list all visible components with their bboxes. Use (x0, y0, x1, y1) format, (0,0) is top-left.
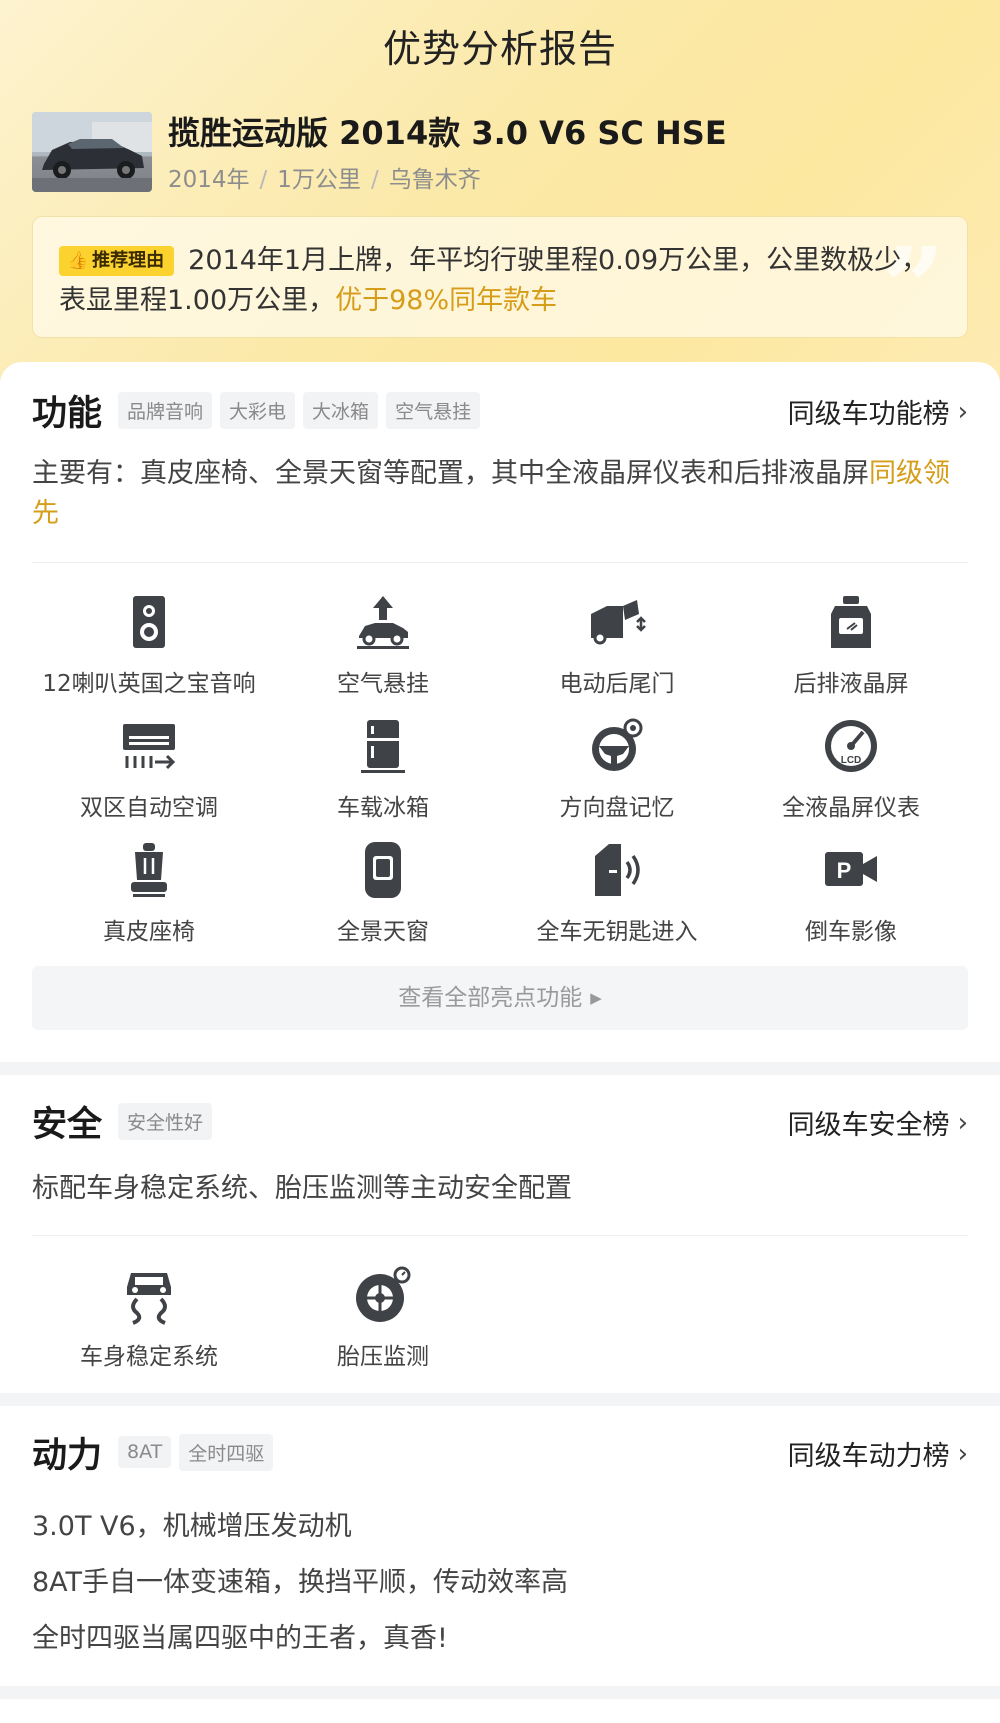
recommend-reason-text: 👍 推荐理由 2014年1月上牌，年平均行驶里程0.09万公里，公里数极少，表显里程… (59, 241, 939, 321)
car-meta: 2014年 / 1万公里 / 乌鲁木齐 (168, 160, 481, 194)
feature-item[interactable]: P 倒车影像 (734, 838, 968, 962)
next-section-edge (0, 1699, 1000, 1723)
view-all-features-button[interactable]: 查看全部亮点功能 ▶ (32, 966, 968, 1030)
feature-item[interactable]: 车身稳定系统 (32, 1263, 266, 1387)
stability-control-icon (127, 1273, 171, 1325)
power-ranking-link[interactable]: 同级车动力榜 › (788, 1434, 968, 1473)
feature-item[interactable]: 12喇叭英国之宝音响 (32, 590, 266, 714)
safety-header: 安全 安全性好 (32, 1097, 220, 1145)
safety-ranking-link[interactable]: 同级车安全榜 › (788, 1103, 968, 1142)
power-line: 3.0T V6，机械增压发动机 (32, 1511, 352, 1542)
safety-desc: 标配车身稳定系统、胎压监测等主动安全配置 (32, 1173, 572, 1204)
link-label: 同级车功能榜 (787, 399, 950, 430)
divider (32, 562, 968, 563)
leather-seat-icon (131, 843, 167, 897)
power-line: 全时四驱当属四驱中的王者，真香! (32, 1623, 448, 1654)
function-section: 功能 品牌音响 大彩电 大冰箱 空气悬挂 同级车功能榜 › 主要有：真皮座椅、全景… (0, 362, 1000, 1062)
feature-label: 全液晶屏仪表 (782, 795, 920, 821)
link-label: 同级车安全榜 (787, 1110, 950, 1141)
feature-label: 空气悬挂 (337, 671, 429, 697)
recommend-reason-badge: 👍 推荐理由 (59, 246, 175, 276)
car-name: 揽胜运动版 2014款 3.0 V6 SC HSE (168, 114, 727, 152)
svg-text:LCD: LCD (841, 755, 862, 766)
power-tailgate-icon (591, 600, 646, 645)
divider (32, 1235, 968, 1236)
car-mileage: 1万公里 (277, 167, 361, 193)
car-year: 2014年 (168, 167, 250, 193)
keyless-entry-icon (595, 844, 640, 896)
play-arrow-icon: ▶ (590, 989, 602, 1007)
safety-feature-grid: 车身稳定系统 胎压监测 (32, 1263, 968, 1387)
feature-item[interactable]: 空气悬挂 (266, 590, 500, 714)
desc-text: 主要有：真皮座椅、全景天窗等配置，其中全液晶屏仪表和后排液晶屏 (32, 458, 869, 489)
feature-label: 后排液晶屏 (793, 671, 909, 697)
lcd-gauge-icon: LCD (825, 720, 877, 772)
function-tag: 品牌音响 (118, 391, 213, 429)
power-section: 动力 8AT 全时四驱 同级车动力榜 › 3.0T V6，机械增压发动机 8AT手… (0, 1406, 1000, 1686)
feature-label: 全车无钥匙进入 (536, 919, 698, 945)
air-suspension-icon (357, 596, 409, 649)
feature-item[interactable]: 全景天窗 (266, 838, 500, 962)
feature-item[interactable]: 电动后尾门 (500, 590, 734, 714)
tire-pressure-icon (356, 1266, 411, 1322)
feature-item[interactable]: 车载冰箱 (266, 714, 500, 838)
chevron-right-icon: › (957, 1438, 968, 1469)
car-photo[interactable] (32, 112, 152, 192)
chevron-right-icon: › (957, 396, 968, 427)
rear-screen-icon (831, 596, 871, 648)
feature-item[interactable]: 双区自动空调 (32, 714, 266, 838)
function-tag: 大冰箱 (303, 391, 379, 429)
power-tag: 全时四驱 (179, 1433, 274, 1471)
fridge-icon (361, 720, 405, 773)
power-header: 动力 8AT 全时四驱 (32, 1428, 281, 1476)
function-tag: 空气悬挂 (386, 391, 481, 429)
feature-label: 双区自动空调 (80, 795, 218, 821)
view-all-label: 查看全部亮点功能 (398, 985, 583, 1011)
section-title: 功能 (32, 393, 103, 434)
function-header: 功能 品牌音响 大彩电 大冰箱 空气悬挂 (32, 386, 488, 434)
meta-separator: / (259, 167, 268, 193)
meta-separator: / (370, 167, 379, 193)
recommend-reason-box: ” 👍 推荐理由 2014年1月上牌，年平均行驶里程0.09万公里，公里数极少，表显… (32, 216, 968, 338)
reason-highlight: 优于98%同年款车 (335, 285, 558, 316)
safety-section: 安全 安全性好 同级车安全榜 › 标配车身稳定系统、胎压监测等主动安全配置 车身稳… (0, 1075, 1000, 1393)
feature-label: 车载冰箱 (337, 795, 429, 821)
feature-label: 胎压监测 (337, 1344, 429, 1370)
feature-label: 真皮座椅 (103, 919, 195, 945)
safety-tag: 安全性好 (118, 1102, 213, 1140)
feature-item[interactable]: 方向盘记忆 (500, 714, 734, 838)
air-conditioner-icon (123, 724, 176, 770)
car-city: 乌鲁木齐 (388, 167, 481, 193)
feature-item[interactable]: 后排液晶屏 (734, 590, 968, 714)
feature-label: 电动后尾门 (559, 671, 675, 697)
function-desc: 主要有：真皮座椅、全景天窗等配置，其中全液晶屏仪表和后排液晶屏同级领先 (32, 454, 968, 534)
link-label: 同级车动力榜 (787, 1441, 950, 1472)
badge-label: 推荐理由 (92, 250, 165, 271)
thumbs-up-icon: 👍 (67, 251, 89, 271)
function-tag: 大彩电 (220, 391, 296, 429)
power-line: 8AT手自一体变速箱，换挡平顺，传动效率高 (32, 1567, 569, 1598)
reverse-camera-icon: P (825, 852, 877, 886)
feature-label: 12喇叭英国之宝音响 (42, 671, 256, 697)
feature-item[interactable]: 胎压监测 (266, 1263, 500, 1387)
chevron-right-icon: › (957, 1107, 968, 1138)
function-ranking-link[interactable]: 同级车功能榜 › (788, 392, 968, 431)
speaker-icon (133, 596, 165, 648)
feature-label: 倒车影像 (805, 919, 897, 945)
feature-label: 车身稳定系统 (80, 1344, 218, 1370)
section-title: 安全 (32, 1104, 103, 1145)
steering-memory-icon (592, 718, 643, 771)
feature-item[interactable]: LCD 全液晶屏仪表 (734, 714, 968, 838)
feature-item[interactable]: 真皮座椅 (32, 838, 266, 962)
page-title: 优势分析报告 (382, 27, 617, 71)
feature-grid: 12喇叭英国之宝音响 空气悬挂 电动后尾门 后排液晶屏 双区自动空调 车载冰箱 … (32, 590, 968, 962)
power-tag: 8AT (118, 1436, 172, 1468)
section-title: 动力 (32, 1435, 103, 1476)
feature-item[interactable]: 全车无钥匙进入 (500, 838, 734, 962)
sunroof-icon (365, 842, 401, 898)
feature-label: 方向盘记忆 (559, 795, 675, 821)
feature-label: 全景天窗 (337, 919, 429, 945)
svg-text:P: P (837, 858, 852, 883)
